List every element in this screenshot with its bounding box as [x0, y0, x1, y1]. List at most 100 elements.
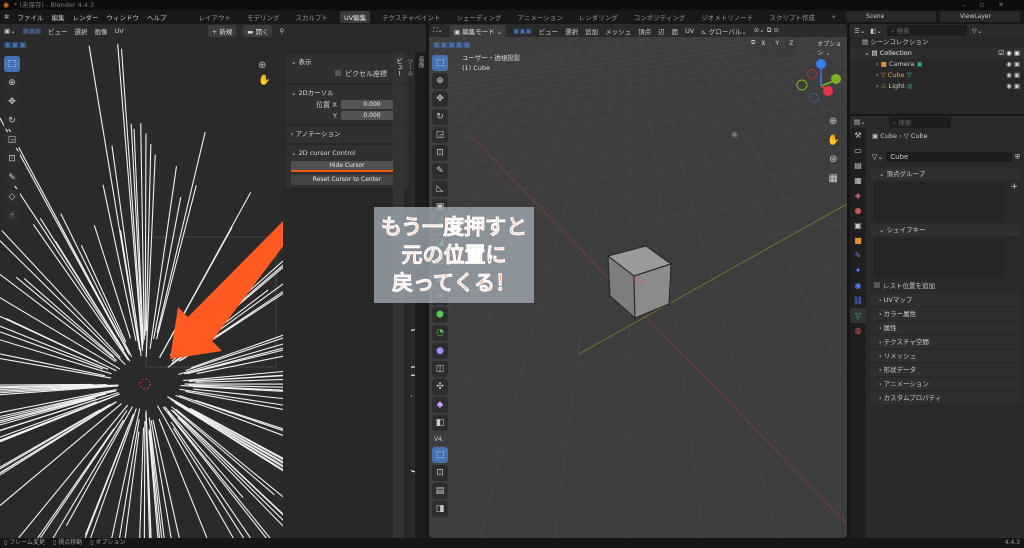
editor-type-icon[interactable]: ⛶⌄: [433, 26, 443, 35]
outliner-item-camera[interactable]: › ■ Camera ▣ ◉ ▣: [850, 59, 1024, 70]
scale-tool-icon[interactable]: ◲: [4, 132, 20, 148]
particles-tab-icon[interactable]: ✦: [850, 263, 866, 278]
uv-rip-icon[interactable]: ◨: [432, 501, 448, 517]
menu-window[interactable]: ウィンドウ: [106, 12, 139, 22]
mesh-name-field[interactable]: Cube: [886, 152, 1012, 162]
vp-menu-uv[interactable]: UV: [685, 27, 694, 35]
data-tab-icon[interactable]: ▽: [850, 308, 866, 323]
outliner-item-cube[interactable]: › ▽ Cube ▽ ◉ ▣: [850, 70, 1024, 81]
tab-compositing[interactable]: コンポジティング: [630, 11, 690, 23]
zoom-icon[interactable]: ⊕: [827, 112, 839, 131]
menu-edit[interactable]: 編集: [51, 12, 64, 22]
camera-view-icon[interactable]: ⊛: [827, 150, 839, 169]
reset-cursor-button[interactable]: Reset Cursor to Center: [291, 175, 403, 185]
tab-animation[interactable]: アニメーション: [513, 11, 566, 23]
blender-menu-icon[interactable]: ✲: [4, 13, 9, 21]
panel-shape-keys[interactable]: ⌄ シェイプキー: [871, 224, 1021, 236]
annotate-tool-icon[interactable]: ✎: [4, 170, 20, 186]
outliner-collection[interactable]: ⌄ ▤ Collection ☑ ◉ ▣: [850, 48, 1024, 59]
options-dropdown[interactable]: オプション ⌄: [817, 39, 847, 57]
zoom-icon[interactable]: ⊕: [258, 58, 270, 73]
visibility-icons[interactable]: ◉ ▣: [1006, 81, 1024, 92]
uv-cursor-icon[interactable]: ⊡: [432, 465, 448, 481]
scale-tool-icon[interactable]: ◲: [432, 127, 448, 143]
vp-menu-vertex[interactable]: 頂点: [638, 26, 651, 36]
hide-cursor-button[interactable]: Hide Cursor: [291, 161, 403, 172]
tab-geometry-nodes[interactable]: ジオメトリノード: [697, 11, 757, 23]
uv-menu-uv[interactable]: UV: [115, 27, 124, 35]
scene-tab-icon[interactable]: ◈: [850, 188, 866, 203]
panel-annotation[interactable]: › アノテーション: [285, 126, 409, 143]
uv-select-icon[interactable]: ⬚: [432, 447, 448, 463]
view-layer-tab-icon[interactable]: ▦: [850, 173, 866, 188]
output-tab-icon[interactable]: ▤: [850, 158, 866, 173]
mode-selector[interactable]: ▣ 編集モード ⌄: [450, 24, 507, 37]
edge-slide-icon[interactable]: ◫: [432, 361, 448, 377]
panel-header-control[interactable]: ⌄ 2D cursor Control: [291, 148, 403, 159]
transform-tool-icon[interactable]: ⊡: [432, 145, 448, 161]
uv-menu-view[interactable]: ビュー: [48, 26, 68, 36]
outliner-item-light[interactable]: › ♨ Light ◎ ◉ ▣: [850, 81, 1024, 92]
move-tool-icon[interactable]: ✥: [432, 91, 448, 107]
panel-header-display[interactable]: ⌄ 表示: [291, 57, 403, 68]
panel-collapsed[interactable]: › テクスチャ空間: [871, 336, 1021, 348]
panel-collapsed[interactable]: › UVマップ: [871, 294, 1021, 306]
panel-vertex-groups[interactable]: ⌄ 頂点グループ: [871, 168, 1021, 180]
rest-position-checkbox[interactable]: レスト位置を追加: [868, 280, 1024, 292]
select-mode-icons[interactable]: ▣▣▣: [513, 27, 531, 35]
pan-hand-icon[interactable]: ✋: [258, 73, 270, 88]
panel-header-2d-cursor[interactable]: ⌄ 2Dカーソル: [291, 88, 403, 99]
tab-texture-paint[interactable]: テクスチャペイント: [378, 11, 444, 23]
uv-nav-gizmos[interactable]: ⊕ ✋: [258, 58, 270, 88]
cursor-tool-icon[interactable]: ⊕: [432, 73, 448, 89]
pin-icon[interactable]: ⚲: [279, 27, 284, 35]
rip-tool-icon[interactable]: ◇: [4, 189, 20, 205]
vp-menu-select[interactable]: 選択: [565, 26, 578, 36]
select-mode-icons[interactable]: ▦▦▦: [23, 27, 41, 35]
spin-icon[interactable]: ◔: [432, 325, 448, 341]
panel-collapsed[interactable]: › 属性: [871, 322, 1021, 334]
physics-tab-icon[interactable]: ◉: [850, 278, 866, 293]
rip-icon[interactable]: ◧: [432, 415, 448, 431]
collection-tab-icon[interactable]: ▣: [850, 218, 866, 233]
modifier-tab-icon[interactable]: ✎: [850, 248, 866, 263]
tab-layout[interactable]: レイアウト: [194, 11, 235, 23]
scene-selector[interactable]: Scene: [846, 11, 936, 22]
mirror-x[interactable]: X: [757, 39, 770, 57]
editor-type-icon[interactable]: ▣⌄: [4, 27, 16, 35]
mirror-z[interactable]: Z: [785, 39, 798, 57]
select-tool-icon[interactable]: ⬚: [4, 56, 20, 72]
pan-hand-icon[interactable]: ✋: [827, 131, 839, 150]
shear-icon[interactable]: ◆: [432, 397, 448, 413]
open-image-button[interactable]: ▬ 開く: [243, 24, 273, 37]
transform-tool-icon[interactable]: ⊡: [4, 151, 20, 167]
visibility-icons[interactable]: ☑ ◉ ▣: [998, 48, 1024, 59]
select-box-modes[interactable]: ▣▣▣▣▣: [433, 40, 471, 50]
orientation-selector[interactable]: ⊾ グローバル⌄: [701, 26, 746, 36]
filter-icon[interactable]: ◧⌄: [870, 27, 882, 35]
outliner-scene-collection[interactable]: ▤ シーンコレクション: [850, 37, 1024, 48]
vp-menu-mesh[interactable]: メッシュ: [605, 26, 631, 36]
menu-help[interactable]: ヘルプ: [147, 12, 167, 22]
vp-menu-add[interactable]: 追加: [585, 26, 598, 36]
vp-menu-face[interactable]: 面: [672, 26, 679, 36]
move-tool-icon[interactable]: ✥: [4, 94, 20, 110]
tab-shading[interactable]: シェーディング: [452, 11, 505, 23]
outliner-search[interactable]: ⌕ 検索: [886, 25, 967, 36]
add-vertex-group-button[interactable]: +: [1010, 182, 1018, 192]
panel-collapsed[interactable]: › カラー属性: [871, 308, 1021, 320]
tool-tab-icon[interactable]: ⚒: [850, 128, 866, 143]
visibility-icons[interactable]: ◉ ▣: [1006, 59, 1024, 70]
uv-menu-image[interactable]: 画像: [95, 26, 108, 36]
mirror-y[interactable]: Y: [771, 39, 784, 57]
panel-collapsed[interactable]: › カスタムプロパティ: [871, 392, 1021, 404]
selection-mode-buttons[interactable]: ▣▣▣: [4, 40, 27, 50]
toolbar-collapse[interactable]: V4.: [432, 433, 448, 447]
uv-menu-select[interactable]: 選択: [75, 26, 88, 36]
smooth-icon[interactable]: ●: [432, 343, 448, 359]
mesh-type-icon[interactable]: ▽⌄: [872, 153, 883, 161]
vp-menu-view[interactable]: ビュー: [539, 26, 559, 36]
rotate-tool-icon[interactable]: ↻: [432, 109, 448, 125]
tab-sculpt[interactable]: スカルプト: [291, 11, 332, 23]
funnel-icon[interactable]: ▽⌄: [972, 27, 982, 35]
